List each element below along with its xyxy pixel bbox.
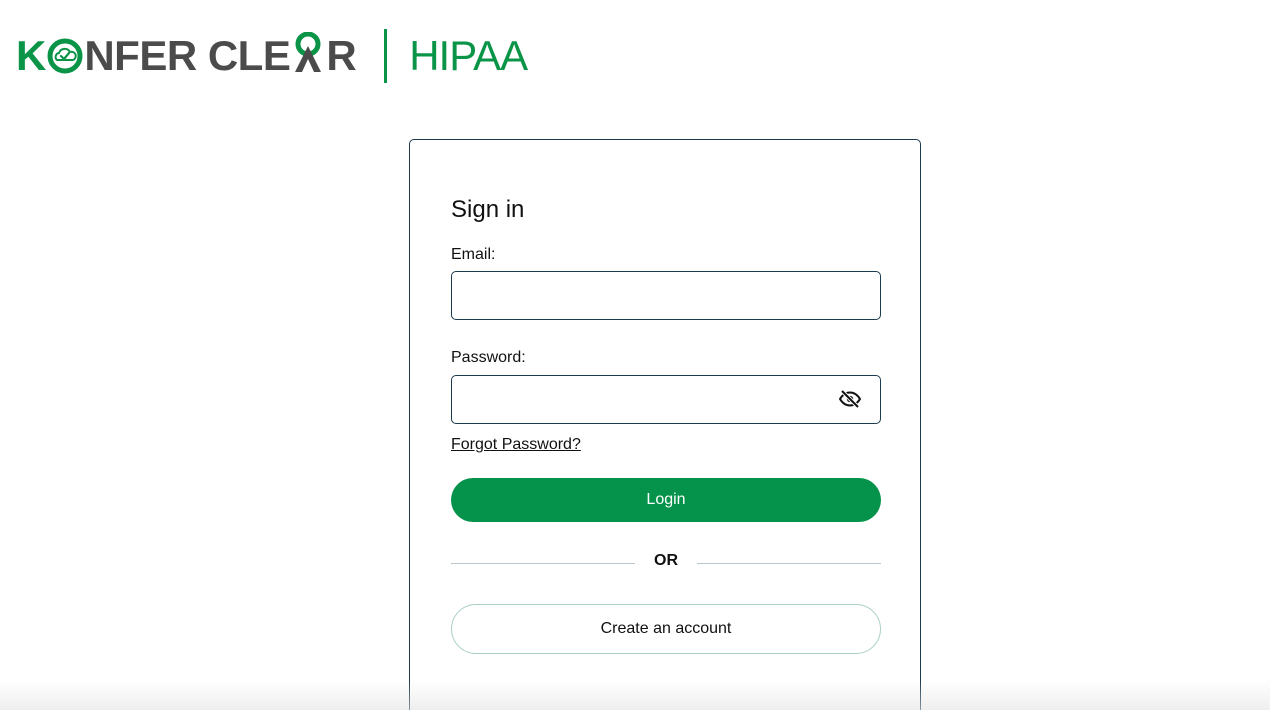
or-divider: OR (451, 552, 881, 572)
header: K NFER CLE R HIPAA (16, 26, 528, 86)
signin-title: Sign in (451, 196, 525, 223)
password-label: Password: (451, 349, 526, 366)
brand-a-logo-icon (295, 32, 322, 72)
divider-line-left (451, 563, 635, 564)
brand-logo: K NFER CLE R (16, 32, 357, 79)
page: K NFER CLE R HIPAA Sign in Email: Passwo… (0, 0, 1270, 710)
password-field[interactable] (451, 375, 881, 424)
brand-word-part1: NFER CLE (84, 32, 291, 79)
email-field[interactable] (451, 271, 881, 320)
or-text: OR (654, 552, 678, 569)
eye-off-icon[interactable] (837, 388, 863, 410)
create-account-button[interactable]: Create an account (451, 604, 881, 654)
forgot-password-link[interactable]: Forgot Password? (451, 436, 581, 454)
product-name: HIPAA (409, 32, 528, 79)
email-label: Email: (451, 246, 496, 263)
brand-word-part2: R (326, 32, 357, 79)
divider-line-right (697, 563, 881, 564)
login-button[interactable]: Login (451, 478, 881, 522)
brand-divider (384, 29, 388, 83)
cloud-check-icon (47, 38, 83, 74)
signin-card: Sign in Email: Password: Forgot Password… (409, 139, 921, 710)
brand-letter-k: K (16, 32, 47, 79)
